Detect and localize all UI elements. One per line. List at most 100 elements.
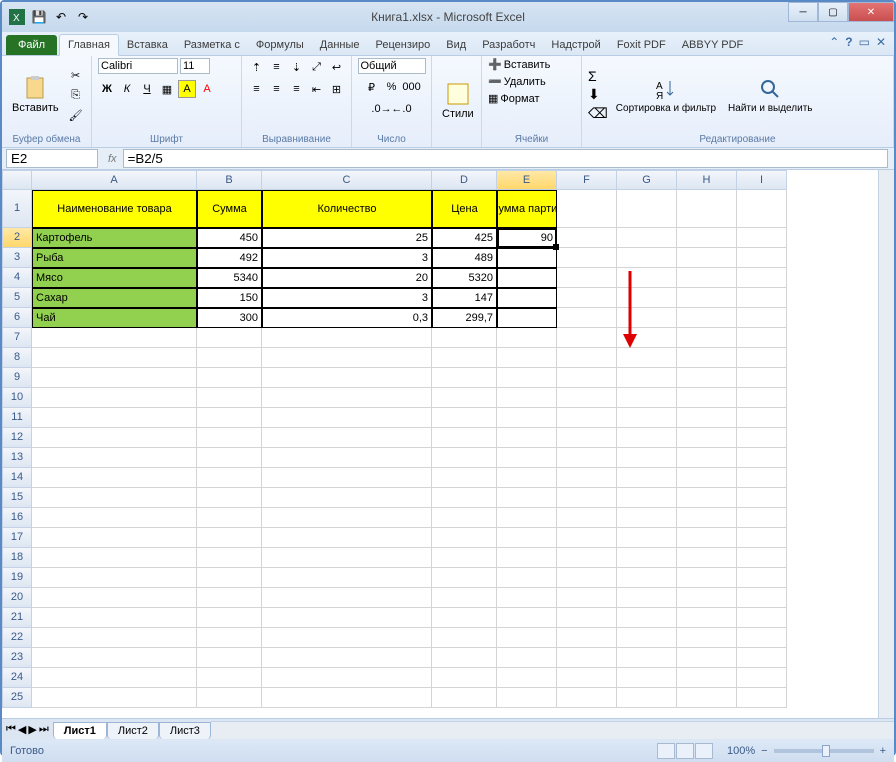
cell[interactable] — [197, 488, 262, 508]
data-cell[interactable] — [497, 268, 557, 288]
cell[interactable] — [557, 668, 617, 688]
cell[interactable] — [677, 268, 737, 288]
data-cell[interactable]: 5320 — [432, 268, 497, 288]
cell[interactable] — [617, 668, 677, 688]
cell[interactable] — [737, 448, 787, 468]
bold-button[interactable]: Ж — [98, 80, 116, 98]
tab-formulas[interactable]: Формулы — [248, 35, 312, 55]
column-header[interactable]: B — [197, 170, 262, 190]
cell[interactable] — [197, 628, 262, 648]
cell[interactable] — [677, 468, 737, 488]
cell[interactable] — [432, 448, 497, 468]
cell[interactable] — [262, 408, 432, 428]
cell[interactable] — [262, 528, 432, 548]
autosum-icon[interactable]: Σ — [588, 68, 608, 84]
cell[interactable] — [617, 368, 677, 388]
cell[interactable] — [557, 688, 617, 708]
cell[interactable] — [197, 668, 262, 688]
cell[interactable] — [32, 448, 197, 468]
cell[interactable] — [262, 588, 432, 608]
data-cell[interactable]: 0,3 — [262, 308, 432, 328]
sheet-nav-next-icon[interactable]: ▶ — [28, 723, 36, 736]
underline-button[interactable]: Ч — [138, 80, 156, 98]
cell[interactable] — [262, 628, 432, 648]
cell[interactable] — [432, 388, 497, 408]
product-name-cell[interactable]: Мясо — [32, 268, 197, 288]
border-button[interactable]: ▦ — [158, 80, 176, 98]
insert-cells-icon[interactable]: ➕ — [488, 58, 502, 71]
cell[interactable] — [432, 648, 497, 668]
row-header[interactable]: 25 — [2, 688, 32, 708]
header-cell[interactable]: Количество — [262, 190, 432, 228]
cell[interactable] — [497, 508, 557, 528]
cell[interactable] — [737, 608, 787, 628]
cell[interactable] — [32, 528, 197, 548]
help-icon[interactable]: ? — [845, 35, 852, 49]
header-cell[interactable]: Наименование товара — [32, 190, 197, 228]
cell[interactable] — [617, 308, 677, 328]
cell[interactable] — [497, 688, 557, 708]
tab-home[interactable]: Главная — [59, 34, 119, 56]
cell[interactable] — [557, 428, 617, 448]
row-header[interactable]: 23 — [2, 648, 32, 668]
product-name-cell[interactable]: Чай — [32, 308, 197, 328]
cell[interactable] — [197, 508, 262, 528]
data-cell[interactable]: 492 — [197, 248, 262, 268]
cell[interactable] — [677, 528, 737, 548]
normal-view-button[interactable] — [657, 743, 675, 759]
cell[interactable] — [737, 190, 787, 228]
cell[interactable] — [677, 488, 737, 508]
cell[interactable] — [737, 428, 787, 448]
styles-button[interactable]: Стили — [438, 80, 478, 122]
data-cell[interactable]: 300 — [197, 308, 262, 328]
cell[interactable] — [262, 348, 432, 368]
cell[interactable] — [617, 588, 677, 608]
cell[interactable] — [557, 568, 617, 588]
cell[interactable] — [262, 548, 432, 568]
cell[interactable] — [617, 528, 677, 548]
cell[interactable] — [677, 688, 737, 708]
cell[interactable] — [432, 568, 497, 588]
row-header[interactable]: 19 — [2, 568, 32, 588]
tab-foxit[interactable]: Foxit PDF — [609, 35, 674, 55]
find-select-button[interactable]: Найти и выделить — [724, 75, 816, 116]
cell[interactable] — [262, 448, 432, 468]
cell[interactable] — [737, 468, 787, 488]
column-header[interactable]: G — [617, 170, 677, 190]
cell[interactable] — [557, 328, 617, 348]
save-icon[interactable]: 💾 — [30, 8, 48, 26]
cell[interactable] — [497, 448, 557, 468]
cell[interactable] — [617, 468, 677, 488]
cell[interactable] — [557, 408, 617, 428]
cell[interactable] — [262, 688, 432, 708]
cell[interactable] — [737, 508, 787, 528]
cell[interactable] — [617, 388, 677, 408]
format-cells-icon[interactable]: ▦ — [488, 92, 498, 105]
cell[interactable] — [737, 528, 787, 548]
data-cell[interactable]: 25 — [262, 228, 432, 248]
cell[interactable] — [32, 668, 197, 688]
page-break-view-button[interactable] — [695, 743, 713, 759]
cell[interactable] — [677, 228, 737, 248]
product-name-cell[interactable]: Рыба — [32, 248, 197, 268]
cell[interactable] — [677, 548, 737, 568]
cell[interactable] — [557, 608, 617, 628]
cell[interactable] — [617, 348, 677, 368]
cell[interactable] — [557, 228, 617, 248]
clear-icon[interactable]: ⌫ — [588, 105, 608, 122]
wrap-text-icon[interactable]: ↩ — [328, 58, 346, 76]
cell[interactable] — [617, 448, 677, 468]
row-header[interactable]: 12 — [2, 428, 32, 448]
cell[interactable] — [432, 528, 497, 548]
cell[interactable] — [262, 368, 432, 388]
fill-handle[interactable] — [553, 244, 559, 250]
data-cell[interactable]: 489 — [432, 248, 497, 268]
cell[interactable] — [737, 648, 787, 668]
cell[interactable] — [737, 228, 787, 248]
cell[interactable] — [432, 688, 497, 708]
cell[interactable] — [557, 628, 617, 648]
decrease-decimal-icon[interactable]: ←.0 — [393, 100, 411, 118]
cell[interactable] — [497, 548, 557, 568]
cell[interactable] — [32, 428, 197, 448]
cell[interactable] — [497, 648, 557, 668]
